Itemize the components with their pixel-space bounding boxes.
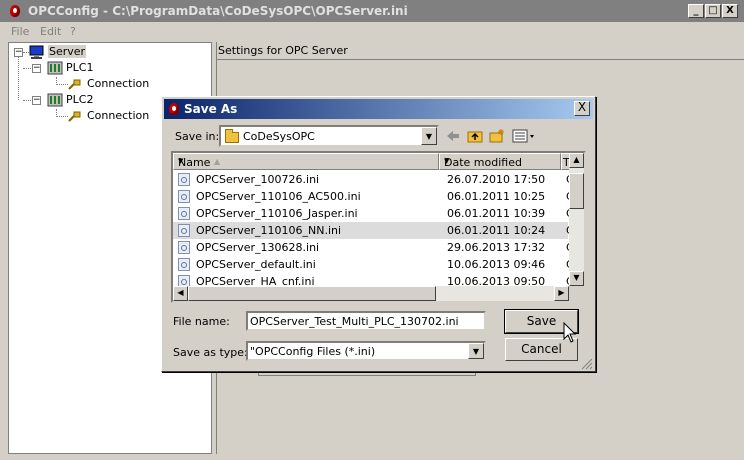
plc-module-icon xyxy=(47,61,63,75)
settings-panel-title: Settings for OPC Server xyxy=(218,44,348,57)
monitor-icon xyxy=(29,45,44,59)
file-name: OPCServer_110106_NN.ini xyxy=(196,224,342,237)
vertical-scroll-thumb[interactable] xyxy=(569,173,584,209)
ini-file-icon xyxy=(178,207,190,220)
save-as-type-value: "OPCConfig Files (*.ini) xyxy=(250,345,376,358)
save-in-label: Save in: xyxy=(175,130,220,143)
collapse-plc1-toggle[interactable]: − xyxy=(32,64,41,73)
file-name: OPCServer_130628.ini xyxy=(196,241,320,254)
dialog-title-bar: Save As X xyxy=(164,99,593,119)
dialog-close-button[interactable]: X xyxy=(574,101,590,116)
column-header-name[interactable]: Name ▲ ▼ xyxy=(173,153,439,170)
dialog-title: Save As xyxy=(184,102,238,116)
ini-file-icon xyxy=(178,258,190,271)
mouse-cursor-icon xyxy=(563,322,577,343)
collapse-plc2-toggle[interactable]: − xyxy=(32,96,41,105)
save-as-type-label: Save as type: xyxy=(173,346,248,359)
tree-label-plc2: PLC2 xyxy=(66,93,94,106)
tree-label-plc2-connection: Connection xyxy=(87,109,150,122)
file-name-input[interactable]: OPCServer_Test_Multi_PLC_130702.ini xyxy=(246,311,486,331)
file-row[interactable]: OPCServer_130628.ini 29.06.2013 17:32 C xyxy=(173,239,574,256)
file-name: OPCServer_100726.ini xyxy=(196,173,320,186)
tree-line xyxy=(23,68,31,69)
window-title-bar: OPCConfig - C:\ProgramData\CoDeSysOPC\OP… xyxy=(0,0,744,22)
scroll-corner xyxy=(569,286,584,301)
scroll-right-button[interactable]: ▶ xyxy=(554,286,569,301)
ini-file-icon xyxy=(178,190,190,203)
folder-icon xyxy=(225,129,239,143)
scroll-up-button[interactable]: ▲ xyxy=(569,153,584,168)
file-name: OPCServer_110106_AC500.ini xyxy=(196,190,361,203)
file-date: 06.01.2011 10:25 xyxy=(447,190,546,203)
menu-help[interactable]: ? xyxy=(70,25,76,38)
up-folder-icon[interactable] xyxy=(467,128,483,144)
save-in-value: CoDeSysOPC xyxy=(243,130,315,143)
save-as-type-combo[interactable]: "OPCConfig Files (*.ini) ▼ xyxy=(246,341,486,361)
tree-label-plc1: PLC1 xyxy=(66,61,94,74)
opc-app-icon xyxy=(8,4,22,18)
ini-file-icon xyxy=(178,224,190,237)
file-row[interactable]: OPCServer_110106_Jasper.ini 06.01.2011 1… xyxy=(173,205,574,222)
file-list[interactable]: Name ▲ ▼ Date modified ▼ T OPCServer_100… xyxy=(171,151,586,303)
file-row-selected[interactable]: OPCServer_110106_NN.ini 06.01.2011 10:24… xyxy=(173,222,574,239)
connection-plug-icon xyxy=(68,79,81,90)
scroll-left-button[interactable]: ◀ xyxy=(173,286,188,301)
ini-file-icon xyxy=(178,173,190,186)
file-row[interactable]: OPCServer_110106_AC500.ini 06.01.2011 10… xyxy=(173,188,574,205)
maximize-button[interactable]: □ xyxy=(705,4,721,18)
file-name: OPCServer_110106_Jasper.ini xyxy=(196,207,358,220)
column-header-date[interactable]: Date modified ▼ xyxy=(439,153,561,170)
window-title: OPCConfig - C:\ProgramData\CoDeSysOPC\OP… xyxy=(28,4,408,18)
file-name: OPCServer_default.ini xyxy=(196,258,316,271)
file-date: 06.01.2011 10:39 xyxy=(447,207,546,220)
file-name-label: File name: xyxy=(173,315,230,328)
file-name-value: OPCServer_Test_Multi_PLC_130702.ini xyxy=(250,315,459,328)
save-as-dialog: Save As X Save in: CoDeSysOPC ▼ Name ▲ ▼… xyxy=(161,96,596,372)
file-row[interactable]: OPCServer_default.ini 10.06.2013 09:46 C xyxy=(173,256,574,273)
view-menu-icon[interactable] xyxy=(512,128,536,144)
settings-panel-header: Settings for OPC Server xyxy=(216,42,744,60)
file-date: 10.06.2013 09:46 xyxy=(447,258,546,271)
chevron-down-icon[interactable]: ▼ xyxy=(178,157,436,165)
chevron-down-icon[interactable]: ▼ xyxy=(421,127,437,145)
menu-bar: File Edit ? xyxy=(0,22,744,41)
menu-file[interactable]: File xyxy=(11,25,29,38)
tree-label-plc1-connection: Connection xyxy=(87,77,150,90)
scroll-down-button[interactable]: ▼ xyxy=(569,271,584,286)
file-date: 06.01.2011 10:24 xyxy=(447,224,546,237)
tree-label-server: Server xyxy=(48,45,87,58)
file-date: 26.07.2010 17:50 xyxy=(447,173,546,186)
new-folder-icon[interactable] xyxy=(489,128,505,144)
menu-edit[interactable]: Edit xyxy=(40,25,61,38)
collapse-server-toggle[interactable]: − xyxy=(14,48,23,57)
ini-file-icon xyxy=(178,241,190,254)
tree-line xyxy=(23,100,31,101)
minimize-button[interactable]: _ xyxy=(688,4,704,18)
hidden-control-edge xyxy=(258,372,476,376)
resize-grip-icon[interactable] xyxy=(581,358,593,370)
chevron-down-icon[interactable]: ▼ xyxy=(468,343,484,359)
back-arrow-icon[interactable] xyxy=(445,128,461,144)
connection-plug-icon xyxy=(68,111,81,122)
opc-app-icon xyxy=(167,102,181,116)
chevron-down-icon[interactable]: ▼ xyxy=(444,157,558,165)
horizontal-scroll-thumb[interactable] xyxy=(188,286,436,301)
tree-line xyxy=(18,56,19,100)
save-in-combo[interactable]: CoDeSysOPC ▼ xyxy=(219,125,439,147)
file-date: 29.06.2013 17:32 xyxy=(447,241,546,254)
close-button[interactable]: X xyxy=(722,4,738,18)
plc-module-icon xyxy=(47,93,63,107)
file-row[interactable]: OPCServer_100726.ini 26.07.2010 17:50 C xyxy=(173,171,574,188)
